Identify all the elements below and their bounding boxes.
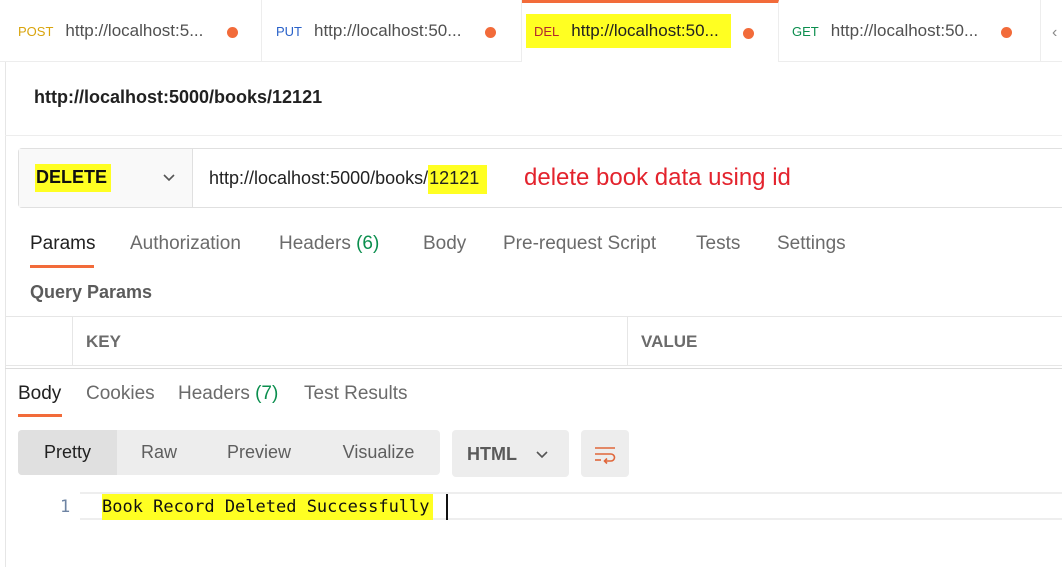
tab-body[interactable]: Body (423, 233, 466, 255)
divider (5, 135, 1062, 136)
tab-method: GET (792, 23, 819, 39)
tab-del[interactable]: DEL http://localhost:50... (522, 0, 779, 62)
left-border (5, 62, 6, 567)
value-header: VALUE (641, 332, 698, 351)
tab-post[interactable]: POST http://localhost:5... (0, 0, 262, 62)
unsaved-dot-icon (1001, 27, 1012, 38)
query-params-table: KEY VALUE (5, 316, 1062, 366)
view-preview-button[interactable]: Preview (201, 430, 317, 475)
active-tab-indicator (30, 265, 94, 268)
active-response-tab-indicator (18, 414, 62, 417)
tab-url: http://localhost:50... (571, 21, 719, 40)
tab-prerequest-script[interactable]: Pre-request Script (503, 233, 656, 255)
wrap-lines-button[interactable] (581, 430, 629, 477)
tab-url: http://localhost:50... (314, 21, 462, 40)
tab-method: DEL (534, 23, 560, 39)
line-number: 1 (60, 497, 71, 517)
unsaved-dot-icon (227, 27, 238, 38)
response-body-text[interactable]: Book Record Deleted Successfully (102, 494, 433, 520)
key-header: KEY (86, 332, 121, 351)
wrap-lines-icon (595, 447, 616, 465)
tab-method: PUT (276, 23, 302, 39)
response-tab-cookies[interactable]: Cookies (86, 383, 155, 405)
view-pretty-button[interactable]: Pretty (18, 430, 117, 475)
checkbox-column (5, 317, 73, 366)
tab-url: http://localhost:50... (830, 21, 979, 40)
method-label: DELETE (35, 164, 112, 192)
tab-highlight: DEL http://localhost:50... (526, 14, 731, 48)
url-id: 12121 (428, 165, 488, 194)
annotation-text: delete book data using id (524, 164, 791, 191)
request-title[interactable]: http://localhost:5000/books/12121 (34, 87, 322, 108)
tab-put[interactable]: PUT http://localhost:50... (262, 0, 522, 62)
tab-headers-label: Headers (279, 233, 351, 254)
url-base: http://localhost:5000/books/ (209, 168, 429, 188)
tab-url: http://localhost:5... (65, 21, 204, 40)
tab-overflow-icon[interactable]: ‹ (1052, 24, 1057, 42)
tab-headers[interactable]: Headers (6) (279, 233, 379, 255)
view-visualize-button[interactable]: Visualize (317, 430, 440, 475)
unsaved-dot-icon (743, 28, 754, 39)
tab-tests[interactable]: Tests (696, 233, 740, 255)
response-tab-body[interactable]: Body (18, 383, 61, 405)
request-tab-bar: POST http://localhost:5... PUT http://lo… (0, 0, 1062, 62)
tab-get[interactable]: GET http://localhost:50... (779, 0, 1041, 62)
format-label: HTML (467, 444, 517, 464)
url-text: http://localhost:5000/books/12121 (209, 165, 488, 194)
view-raw-button[interactable]: Raw (117, 430, 201, 475)
tab-authorization[interactable]: Authorization (130, 233, 241, 255)
response-headers-count: (7) (255, 383, 279, 404)
query-params-label: Query Params (30, 282, 153, 302)
chevron-down-icon (163, 174, 175, 182)
tab-method: POST (18, 23, 54, 39)
format-dropdown[interactable]: HTML (452, 430, 569, 477)
method-dropdown[interactable]: DELETE (19, 149, 193, 207)
text-cursor (446, 494, 448, 520)
unsaved-dot-icon (485, 27, 496, 38)
headers-count: (6) (356, 233, 380, 254)
view-mode-group: Pretty Raw Preview Visualize (18, 430, 440, 475)
response-tab-test-results[interactable]: Test Results (304, 383, 407, 405)
tab-params[interactable]: Params (30, 233, 95, 255)
response-tab-headers[interactable]: Headers (7) (178, 383, 278, 405)
pane-splitter[interactable] (5, 368, 1062, 369)
chevron-down-icon (536, 451, 548, 459)
key-column (73, 317, 628, 366)
response-tab-headers-label: Headers (178, 383, 250, 404)
tab-settings[interactable]: Settings (777, 233, 846, 255)
